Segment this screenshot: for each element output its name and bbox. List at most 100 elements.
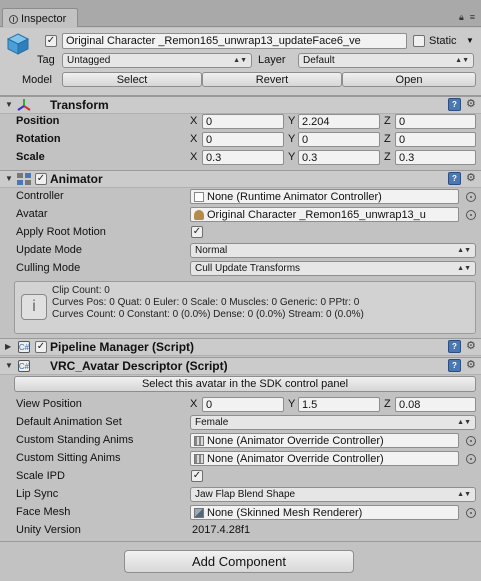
scale-z-field[interactable]: 0.3 bbox=[395, 150, 476, 165]
animator-enabled-checkbox[interactable]: ✓ bbox=[35, 173, 47, 185]
scale-x-field[interactable]: 0.3 bbox=[202, 150, 284, 165]
controller-field[interactable]: None (Runtime Animator Controller) bbox=[190, 189, 459, 204]
view-position-z-field[interactable]: 0.08 bbox=[395, 397, 476, 412]
position-y-value: 2.204 bbox=[302, 115, 330, 128]
tag-label: Tag bbox=[37, 54, 55, 66]
lip-sync-dropdown[interactable]: Jaw Flap Blend Shape ▲▼ bbox=[190, 487, 476, 502]
unity-version-value: 2017.4.28f1 bbox=[192, 524, 251, 536]
update-mode-dropdown[interactable]: Normal ▲▼ bbox=[190, 243, 476, 258]
animator-info-box: i Clip Count: 0 Curves Pos: 0 Quat: 0 Eu… bbox=[14, 281, 476, 334]
object-picker-icon[interactable] bbox=[466, 192, 476, 202]
axis-y-label: Y bbox=[288, 151, 296, 163]
select-button[interactable]: Select bbox=[62, 72, 202, 87]
update-mode-value: Normal bbox=[195, 245, 228, 256]
rotation-y-value: 0 bbox=[302, 133, 309, 146]
custom-standing-anims-field[interactable]: None (Animator Override Controller) bbox=[190, 433, 459, 448]
axis-z-label: Z bbox=[384, 398, 391, 410]
gear-icon[interactable]: ⚙︎ bbox=[466, 339, 476, 352]
scale-z-value: 0.3 bbox=[399, 151, 415, 164]
foldout-open-icon[interactable]: ▼ bbox=[5, 361, 13, 370]
view-position-label: View Position bbox=[16, 398, 82, 410]
custom-standing-anims-label: Custom Standing Anims bbox=[16, 434, 134, 446]
tag-dropdown[interactable]: Untagged ▲▼ bbox=[62, 53, 252, 68]
face-mesh-field[interactable]: None (Skinned Mesh Renderer) bbox=[190, 505, 459, 520]
custom-sitting-anims-label: Custom Sitting Anims bbox=[16, 452, 121, 464]
position-z-field[interactable]: 0 bbox=[395, 114, 476, 129]
open-button-label: Open bbox=[395, 73, 423, 86]
default-animation-set-label: Default Animation Set bbox=[16, 416, 122, 428]
rotation-z-value: 0 bbox=[399, 133, 406, 146]
avatar-field[interactable]: Original Character _Remon165_unwrap13_u bbox=[190, 207, 459, 222]
document-icon bbox=[194, 191, 204, 202]
override-controller-icon bbox=[194, 435, 204, 446]
open-button[interactable]: Open bbox=[342, 72, 476, 87]
static-dropdown-icon[interactable]: ▼ bbox=[466, 36, 474, 45]
position-z-value: 0 bbox=[399, 115, 406, 128]
object-picker-icon[interactable] bbox=[466, 210, 476, 220]
layer-dropdown[interactable]: Default ▲▼ bbox=[298, 53, 474, 68]
info-line-curves-pos: Curves Pos: 0 Quat: 0 Euler: 0 Scale: 0 … bbox=[52, 297, 360, 308]
axis-x-label: X bbox=[190, 115, 198, 127]
culling-mode-label: Culling Mode bbox=[16, 262, 81, 274]
static-checkbox[interactable] bbox=[413, 35, 425, 47]
object-picker-icon[interactable] bbox=[466, 454, 476, 464]
rotation-x-field[interactable]: 0 bbox=[202, 132, 284, 147]
gear-icon[interactable]: ⚙︎ bbox=[466, 97, 476, 110]
divider bbox=[0, 541, 481, 542]
default-animation-set-dropdown[interactable]: Female ▲▼ bbox=[190, 415, 476, 430]
view-position-y-field[interactable]: 1.5 bbox=[298, 397, 380, 412]
select-button-label: Select bbox=[116, 73, 148, 86]
window-menu-icon[interactable]: ≡ bbox=[470, 12, 475, 23]
select-avatar-sdk-label: Select this avatar in the SDK control pa… bbox=[141, 378, 349, 390]
position-label: Position bbox=[16, 115, 60, 127]
gameobject-name-field[interactable]: Original Character _Remon165_unwrap13_up… bbox=[62, 33, 407, 49]
rotation-x-value: 0 bbox=[206, 133, 213, 146]
lip-sync-value: Jaw Flap Blend Shape bbox=[195, 489, 296, 500]
controller-label: Controller bbox=[16, 190, 64, 202]
foldout-closed-icon[interactable]: ▶ bbox=[5, 342, 11, 351]
gear-icon[interactable]: ⚙︎ bbox=[466, 358, 476, 371]
select-avatar-sdk-button[interactable]: Select this avatar in the SDK control pa… bbox=[14, 376, 476, 392]
scale-ipd-checkbox[interactable]: ✓ bbox=[191, 470, 203, 482]
rotation-label: Rotation bbox=[16, 133, 61, 145]
culling-mode-value: Cull Update Transforms bbox=[195, 263, 301, 274]
position-y-field[interactable]: 2.204 bbox=[298, 114, 380, 129]
rotation-z-field[interactable]: 0 bbox=[395, 132, 476, 147]
controller-value: None (Runtime Animator Controller) bbox=[207, 190, 382, 203]
pipeline-manager-title: Pipeline Manager (Script) bbox=[50, 340, 195, 354]
active-checkbox[interactable]: ✓ bbox=[45, 35, 57, 47]
window-controls: 🔒︎ ≡ bbox=[459, 12, 475, 23]
update-mode-label: Update Mode bbox=[16, 244, 83, 256]
help-icon[interactable]: ? bbox=[448, 359, 461, 372]
help-icon[interactable]: ? bbox=[448, 340, 461, 353]
scale-y-field[interactable]: 0.3 bbox=[298, 150, 380, 165]
lock-icon[interactable]: 🔒︎ bbox=[459, 12, 464, 23]
rotation-y-field[interactable]: 0 bbox=[298, 132, 380, 147]
help-icon[interactable]: ? bbox=[448, 98, 461, 111]
dropdown-arrow-icon: ▲▼ bbox=[455, 57, 469, 64]
static-label: Static bbox=[429, 35, 457, 47]
culling-mode-dropdown[interactable]: Cull Update Transforms ▲▼ bbox=[190, 261, 476, 276]
custom-sitting-anims-value: None (Animator Override Controller) bbox=[207, 452, 384, 465]
face-mesh-label: Face Mesh bbox=[16, 506, 71, 518]
custom-sitting-anims-field[interactable]: None (Animator Override Controller) bbox=[190, 451, 459, 466]
revert-button[interactable]: Revert bbox=[202, 72, 342, 87]
info-line-clip-count: Clip Count: 0 bbox=[52, 285, 110, 296]
foldout-open-icon[interactable]: ▼ bbox=[5, 174, 13, 183]
add-component-button[interactable]: Add Component bbox=[124, 550, 354, 573]
help-icon[interactable]: ? bbox=[448, 172, 461, 185]
gameobject-name-text: Original Character _Remon165_unwrap13_up… bbox=[66, 35, 361, 47]
position-x-field[interactable]: 0 bbox=[202, 114, 284, 129]
object-picker-icon[interactable] bbox=[466, 508, 476, 518]
position-x-value: 0 bbox=[206, 115, 213, 128]
pipeline-enabled-checkbox[interactable]: ✓ bbox=[35, 341, 47, 353]
foldout-open-icon[interactable]: ▼ bbox=[5, 100, 13, 109]
view-position-x-field[interactable]: 0 bbox=[202, 397, 284, 412]
dropdown-arrow-icon: ▲▼ bbox=[457, 419, 471, 426]
animator-title: Animator bbox=[50, 172, 103, 186]
view-position-x-value: 0 bbox=[206, 398, 213, 411]
gear-icon[interactable]: ⚙︎ bbox=[466, 171, 476, 184]
tab-inspector[interactable]: Inspector bbox=[2, 8, 78, 27]
object-picker-icon[interactable] bbox=[466, 436, 476, 446]
apply-root-motion-checkbox[interactable]: ✓ bbox=[191, 226, 203, 238]
